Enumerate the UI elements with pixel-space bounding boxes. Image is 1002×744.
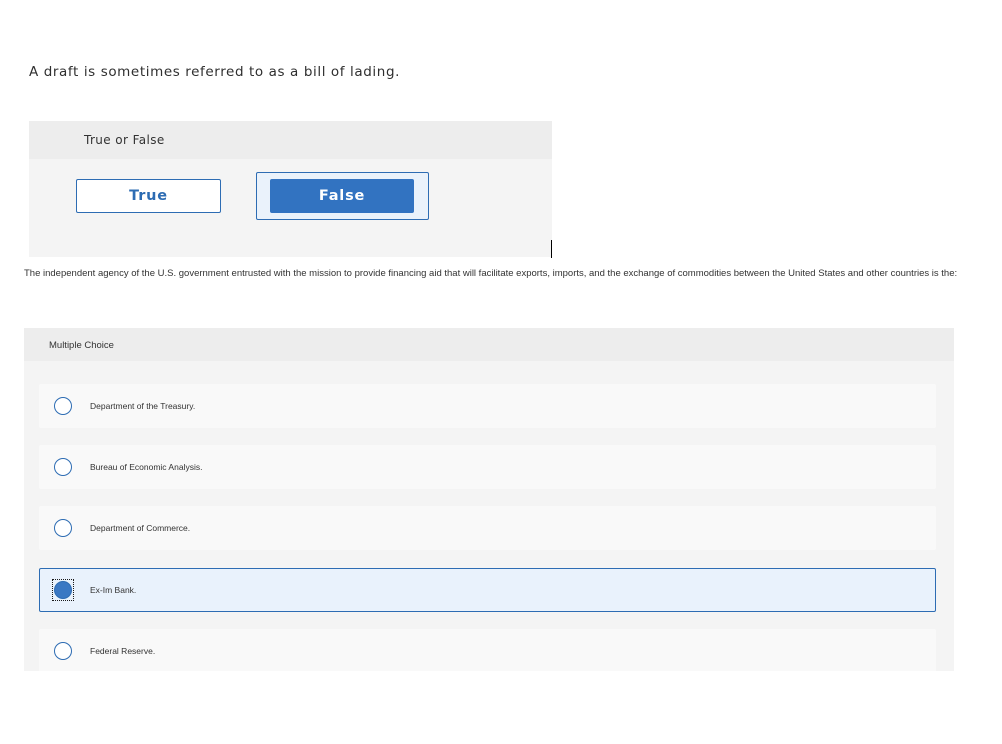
choice-label: Federal Reserve. — [90, 646, 156, 656]
multiple-choice-panel: Multiple Choice Department of the Treasu… — [24, 328, 954, 671]
choice-label: Bureau of Economic Analysis. — [90, 462, 203, 472]
question-type-label: True or False — [84, 133, 165, 147]
choice-option-treasury[interactable]: Department of the Treasury. — [39, 384, 936, 428]
question-1-prompt: A draft is sometimes referred to as a bi… — [29, 64, 401, 80]
radio-filled-icon[interactable] — [54, 581, 72, 599]
choice-option-bureau[interactable]: Bureau of Economic Analysis. — [39, 445, 936, 489]
true-false-header: True or False — [29, 121, 552, 159]
choice-option-commerce[interactable]: Department of Commerce. — [39, 506, 936, 550]
question-2-prompt: The independent agency of the U.S. gover… — [24, 268, 958, 279]
false-button[interactable]: False — [270, 179, 414, 213]
choice-option-exim-selected[interactable]: Ex-Im Bank. — [39, 568, 936, 612]
radio-empty-icon[interactable] — [54, 397, 72, 415]
radio-empty-icon[interactable] — [54, 519, 72, 537]
choice-label: Department of the Treasury. — [90, 401, 196, 411]
false-button-selected-frame: False — [256, 172, 429, 220]
choice-option-federal-reserve[interactable]: Federal Reserve. — [39, 629, 936, 671]
choice-label: Ex-Im Bank. — [90, 585, 137, 595]
choice-label: Department of Commerce. — [90, 523, 191, 533]
text-cursor — [551, 240, 552, 258]
radio-empty-icon[interactable] — [54, 458, 72, 476]
true-false-panel: True or False True False — [29, 121, 552, 257]
multiple-choice-header: Multiple Choice — [24, 328, 954, 361]
question-type-label: Multiple Choice — [49, 340, 114, 351]
true-button[interactable]: True — [76, 179, 221, 213]
radio-empty-icon[interactable] — [54, 642, 72, 660]
